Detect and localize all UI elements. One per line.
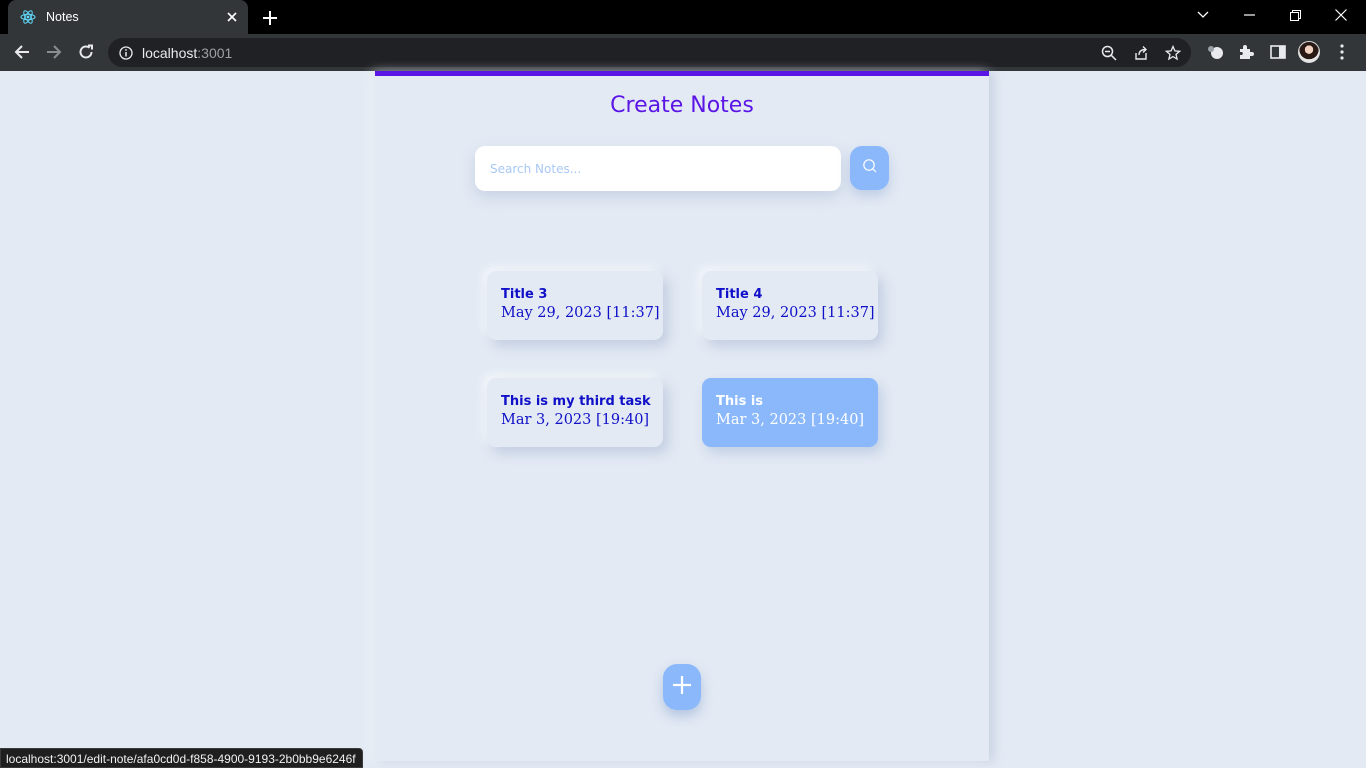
page-title: Create Notes xyxy=(610,93,754,118)
profile-avatar[interactable] xyxy=(1298,41,1320,63)
zoom-icon[interactable] xyxy=(1100,44,1118,62)
browser-tab[interactable]: Notes xyxy=(8,0,248,34)
back-arrow-icon[interactable] xyxy=(8,38,36,66)
status-url-bubble: localhost:3001/edit-note/afa0cd0d-f858-4… xyxy=(0,748,363,768)
note-title: Title 4 xyxy=(716,287,763,302)
note-card[interactable]: This is my third task Mar 3, 2023 [19:40… xyxy=(487,378,663,447)
plus-icon xyxy=(672,675,692,699)
note-date: Mar 3, 2023 [19:40] xyxy=(716,412,865,428)
url-host: localhost xyxy=(142,44,198,61)
close-window-icon[interactable] xyxy=(1318,0,1364,30)
url-text: localhost:3001 xyxy=(142,45,232,61)
add-note-button[interactable] xyxy=(663,664,701,710)
tab-title: Notes xyxy=(46,10,79,24)
note-date: Mar 3, 2023 [19:40] xyxy=(501,412,650,428)
note-title: Title 3 xyxy=(501,287,548,302)
notes-app-panel: Create Notes Title 3 May 29, 2023 [11:37… xyxy=(375,71,989,761)
restore-icon[interactable] xyxy=(1272,0,1318,30)
search-button[interactable] xyxy=(850,146,889,190)
note-date: May 29, 2023 [11:37] xyxy=(501,305,660,321)
kebab-menu-icon[interactable] xyxy=(1332,42,1352,62)
extension-icon[interactable] xyxy=(1205,42,1225,62)
search-input[interactable] xyxy=(475,146,841,191)
share-icon[interactable] xyxy=(1132,44,1150,62)
note-title: This is xyxy=(716,394,764,409)
minimize-icon[interactable] xyxy=(1226,0,1272,30)
page-viewport: Create Notes Title 3 May 29, 2023 [11:37… xyxy=(0,71,1366,768)
search-icon xyxy=(862,158,878,178)
note-card[interactable]: Title 3 May 29, 2023 [11:37] xyxy=(487,271,663,340)
note-date: May 29, 2023 [11:37] xyxy=(716,305,875,321)
chevron-down-icon[interactable] xyxy=(1180,0,1226,30)
close-icon[interactable] xyxy=(222,7,242,27)
address-bar[interactable]: localhost:3001 xyxy=(108,38,1191,67)
url-port: :3001 xyxy=(197,44,233,61)
plus-icon[interactable] xyxy=(259,7,281,29)
browser-toolbar: localhost:3001 xyxy=(0,34,1366,71)
sidepanel-icon[interactable] xyxy=(1268,42,1288,62)
note-card-active[interactable]: This is Mar 3, 2023 [19:40] xyxy=(702,378,878,447)
forward-arrow-icon[interactable] xyxy=(40,38,68,66)
note-card[interactable]: Title 4 May 29, 2023 [11:37] xyxy=(702,271,878,340)
puzzle-icon[interactable] xyxy=(1236,42,1256,62)
react-favicon-icon xyxy=(20,9,36,25)
star-icon[interactable] xyxy=(1164,44,1182,62)
reload-icon[interactable] xyxy=(72,38,100,66)
note-title: This is my third task xyxy=(501,394,651,409)
browser-tabstrip: Notes xyxy=(0,0,1366,34)
info-icon[interactable] xyxy=(119,45,133,60)
